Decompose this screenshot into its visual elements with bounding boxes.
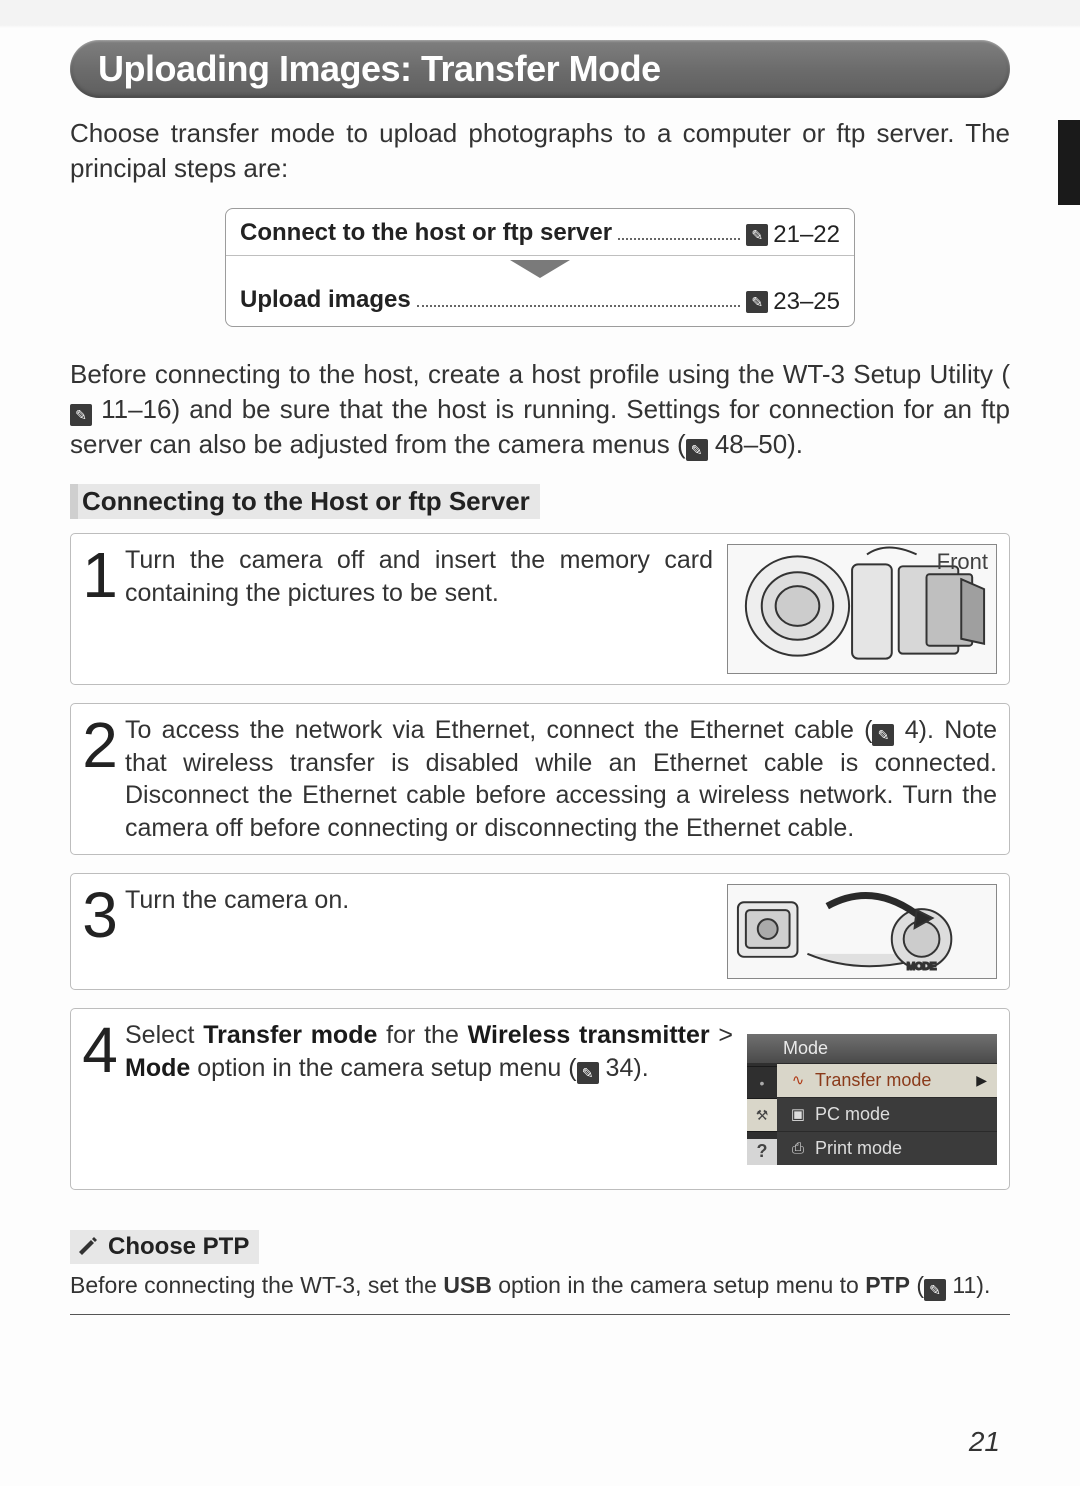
print-mode-icon: ⎙ <box>789 1140 807 1157</box>
illustration-insert-card: Front <box>727 544 997 674</box>
page-number: 21 <box>969 1426 1000 1458</box>
leader-dots <box>417 305 741 307</box>
step-4-box: 4 Select Transfer mode for the Wireless … <box>70 1008 1010 1190</box>
menu-tab-setup-icon: ⚒ <box>747 1099 777 1132</box>
menu-help-icon: ? <box>747 1139 777 1165</box>
illustration-power-on: MODE <box>727 884 997 979</box>
page-reference: ✎ 23–25 <box>746 288 840 316</box>
step-2-box: 2 To access the network via Ethernet, co… <box>70 703 1010 855</box>
page-ref-icon: ✎ <box>70 404 92 426</box>
page-ref-icon: ✎ <box>746 291 768 313</box>
step-text: Turn the camera on. <box>125 884 713 917</box>
step-text: To access the network via Ethernet, conn… <box>125 714 997 844</box>
intro-paragraph: Choose transfer mode to upload photograp… <box>70 116 1010 186</box>
page-numbers: 21–22 <box>773 221 840 249</box>
transfer-mode-icon: ∿ <box>789 1071 807 1089</box>
flow-summary-box: Connect to the host or ftp server ✎ 21–2… <box>225 208 855 327</box>
illustration-camera-menu: ▸ • ⚒ ▯ Mode ∿ Transfer mode ▶ <box>747 1019 997 1179</box>
page-ref-icon: ✎ <box>746 224 768 246</box>
step-number: 1 <box>75 544 125 602</box>
step-3-box: 3 Turn the camera on. MODE <box>70 873 1010 990</box>
flow-row-label: Connect to the host or ftp server <box>240 219 612 247</box>
step-number: 4 <box>75 1019 125 1077</box>
menu-tab-dot-icon: • <box>747 1067 777 1100</box>
menu-item-pc-mode: ▣ PC mode <box>777 1097 997 1131</box>
page-reference: ✎ 21–22 <box>746 221 840 249</box>
chevron-right-icon: ▶ <box>976 1072 987 1089</box>
leader-dots <box>618 238 740 240</box>
page-ref-icon: ✎ <box>577 1062 599 1084</box>
step-1-box: 1 Turn the camera off and insert the mem… <box>70 533 1010 685</box>
menu-item-print-mode: ⎙ Print mode <box>777 1131 997 1165</box>
flow-row-connect: Connect to the host or ftp server ✎ 21–2… <box>240 215 840 253</box>
step-text: Select Transfer mode for the Wireless tr… <box>125 1019 733 1084</box>
page-ref-icon: ✎ <box>686 439 708 461</box>
note-body: Before connecting the WT-3, set the USB … <box>70 1264 1010 1314</box>
camera-menu-title: Mode <box>747 1034 997 1063</box>
page-numbers: 23–25 <box>773 288 840 316</box>
step-number: 3 <box>75 884 125 942</box>
step-text: Turn the camera off and insert the memor… <box>125 544 713 609</box>
menu-item-transfer-mode: ∿ Transfer mode ▶ <box>777 1063 997 1097</box>
section-title-banner: Uploading Images: Transfer Mode <box>70 40 1010 98</box>
section-title: Uploading Images: Transfer Mode <box>98 48 661 90</box>
subsection-heading: Connecting to the Host or ftp Server <box>70 484 540 519</box>
pencil-icon <box>76 1235 100 1259</box>
flow-arrow-down-icon <box>240 258 840 282</box>
page-ref-icon: ✎ <box>872 724 894 746</box>
illustration-label-front: Front <box>937 549 988 575</box>
thumb-index-tab <box>1058 120 1080 205</box>
note-title: Choose PTP <box>108 1233 249 1261</box>
flow-row-label: Upload images <box>240 286 411 314</box>
flow-row-upload: Upload images ✎ 23–25 <box>240 282 840 320</box>
pc-mode-icon: ▣ <box>789 1105 807 1123</box>
note-heading: Choose PTP <box>70 1230 259 1264</box>
camera-menu: ▸ • ⚒ ▯ Mode ∿ Transfer mode ▶ <box>747 1034 997 1165</box>
svg-text:MODE: MODE <box>907 962 937 973</box>
step-number: 2 <box>75 714 125 772</box>
page-ref-icon: ✎ <box>924 1279 946 1301</box>
pre-steps-paragraph: Before connecting to the host, create a … <box>70 357 1010 462</box>
